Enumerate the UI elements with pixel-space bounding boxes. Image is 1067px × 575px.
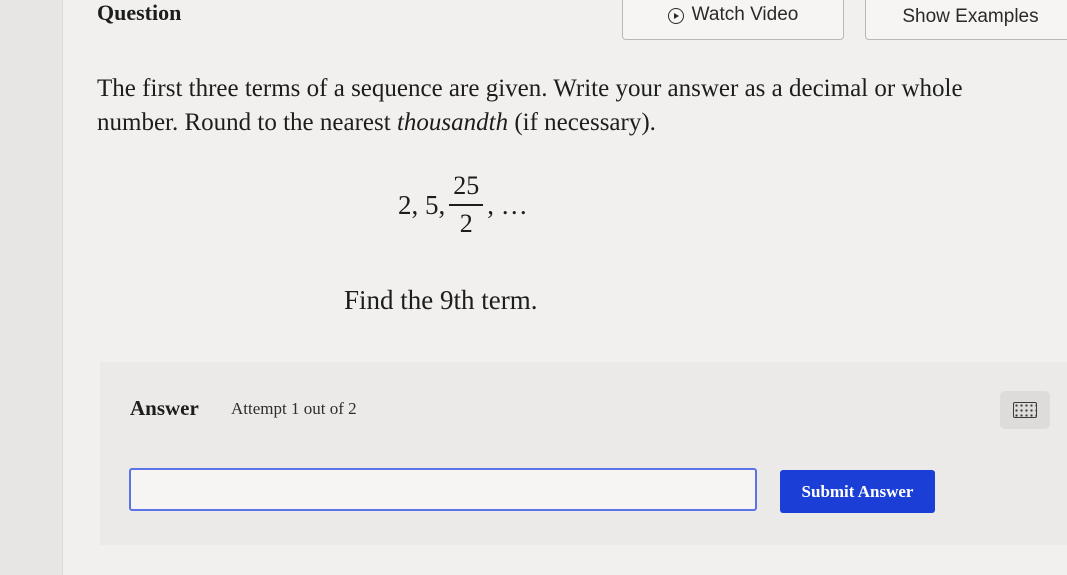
answer-panel xyxy=(100,362,1067,545)
submit-answer-button[interactable]: Submit Answer xyxy=(780,470,935,513)
watch-video-label: Watch Video xyxy=(691,4,799,25)
left-sidebar-strip xyxy=(0,0,63,575)
fraction-denominator: 2 xyxy=(459,209,473,238)
fraction-numerator: 25 xyxy=(453,171,480,200)
question-prompt: The first three terms of a sequence are … xyxy=(97,72,1027,140)
sequence-fraction: 25 2 xyxy=(449,171,484,238)
sequence-expression: 2, 5, 25 2 , … xyxy=(398,172,528,238)
answer-input[interactable] xyxy=(129,468,757,511)
question-title: Question xyxy=(97,0,182,25)
keyboard-icon xyxy=(1013,402,1037,418)
sequence-suffix: , … xyxy=(487,189,528,220)
show-examples-label: Show Examples xyxy=(902,6,1039,27)
sequence-prefix: 2, 5, xyxy=(398,189,446,220)
prompt-text-2: (if necessary). xyxy=(508,109,656,136)
play-circle-icon xyxy=(667,8,684,24)
show-examples-button[interactable]: Show Examples xyxy=(865,0,1067,40)
attempt-counter: Attempt 1 out of 2 xyxy=(231,399,357,418)
watch-video-button[interactable]: Watch Video xyxy=(622,0,844,40)
prompt-emphasis: thousandth xyxy=(396,109,509,136)
find-instruction: Find the 9th term. xyxy=(344,285,538,315)
answer-label: Answer xyxy=(130,396,199,420)
fraction-bar xyxy=(449,204,484,206)
keypad-button[interactable] xyxy=(1000,391,1050,429)
